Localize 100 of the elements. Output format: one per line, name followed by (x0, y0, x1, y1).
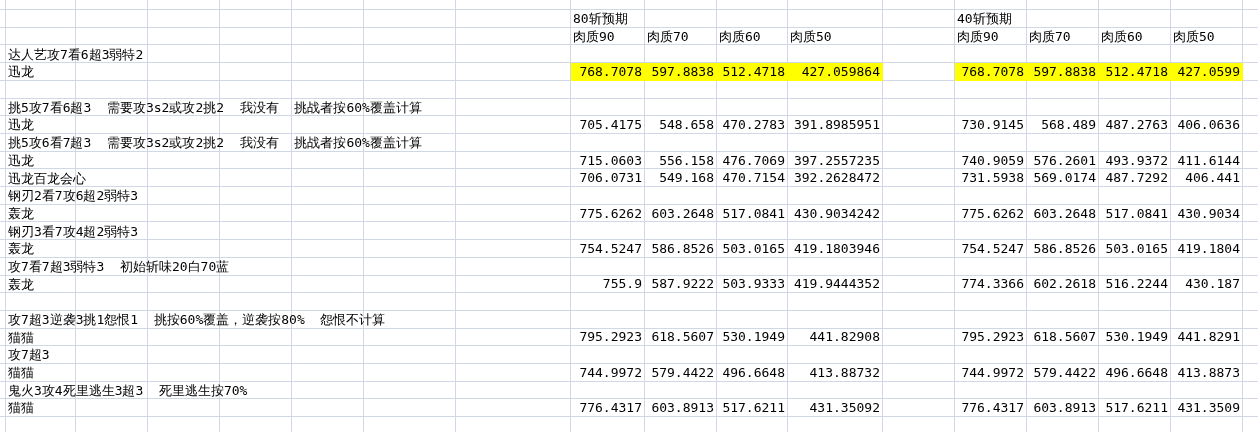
table-cell-text: 775.6262 (960, 204, 1025, 223)
table-cell-text: 476.7069 (721, 151, 786, 170)
table-cell-text: 705.4175 (578, 116, 643, 134)
table-cell-text: 579.4422 (1032, 363, 1097, 382)
table-cell-text: 618.5607 (1032, 328, 1097, 347)
table-cell-text: 493.9372 (1104, 151, 1169, 170)
table-cell: 512.4718 (1099, 63, 1171, 81)
column-header: 肉质60 (718, 28, 761, 46)
table-cell: 427.059864 (788, 63, 883, 81)
table-cell-text: 419.1804 (1176, 239, 1241, 258)
table-cell: 768.7078 (955, 63, 1027, 81)
row-label: 迅龙百龙会心 (7, 169, 86, 187)
table-cell-text: 776.4317 (578, 399, 643, 417)
note-text: 挑5攻7看6超3 需要攻3s2或攻2挑2 我没有 挑战者按60%覆盖计算 (7, 98, 422, 116)
table-cell-text: 731.5938 (960, 169, 1025, 187)
table-cell-text: 618.5607 (650, 328, 715, 347)
note-text: 钢刃2看7攻6超2弱特3 (7, 187, 139, 205)
table-cell-text: 715.0603 (578, 151, 643, 170)
table-cell-text: 419.9444352 (792, 275, 881, 293)
table-cell-text: 774.3366 (960, 275, 1025, 293)
table-cell-text: 775.6262 (578, 204, 643, 223)
table-cell: 512.4718 (717, 63, 788, 81)
table-cell-text: 579.4422 (650, 363, 715, 382)
table-cell-text: 413.8873 (1176, 363, 1241, 382)
table-cell-text: 755.9 (601, 275, 643, 293)
note-text: 钢刃3看7攻4超2弱特3 (7, 222, 139, 240)
table-cell-text: 431.35092 (808, 399, 881, 417)
table-cell-text: 576.2601 (1032, 151, 1097, 170)
row-label: 轰龙 (7, 204, 34, 222)
column-header: 肉质50 (1172, 28, 1215, 46)
row-label: 迅龙 (7, 63, 34, 81)
table-cell-text: 586.8526 (650, 239, 715, 258)
table-cell-text: 516.2244 (1104, 275, 1169, 293)
note-text: 攻7超3 (7, 346, 50, 364)
row-label: 轰龙 (7, 275, 34, 293)
table-cell: 768.7078 (571, 63, 645, 81)
table-cell-text: 602.2618 (1032, 275, 1097, 293)
table-cell-text: 530.1949 (721, 328, 786, 347)
group-title: 40斩预期 (956, 10, 1012, 28)
row-label: 猫猫 (7, 364, 34, 382)
table-cell-text: 754.5247 (578, 239, 643, 258)
table-cell-text: 431.3509 (1176, 399, 1241, 417)
table-cell-text: 740.9059 (960, 151, 1025, 170)
table-cell-text: 603.8913 (650, 399, 715, 417)
row-label: 轰龙 (7, 240, 34, 258)
table-cell-text: 430.9034242 (792, 204, 881, 223)
table-cell-text: 391.8985951 (792, 116, 881, 134)
table-cell-text: 568.489 (1040, 116, 1097, 134)
table-cell-text: 530.1949 (1104, 328, 1169, 347)
column-header: 肉质90 (572, 28, 615, 46)
table-cell-text: 487.2763 (1104, 116, 1169, 134)
table-cell-text: 517.0841 (721, 204, 786, 223)
table-cell-text: 603.8913 (1032, 399, 1097, 417)
table-cell-text: 603.2648 (1032, 204, 1097, 223)
table-cell-text: 586.8526 (1032, 239, 1097, 258)
row-label: 猫猫 (7, 328, 34, 346)
table-cell-text: 503.9333 (721, 275, 786, 293)
table-cell-text: 419.1803946 (792, 239, 881, 258)
table-cell-text: 392.2628472 (792, 169, 881, 187)
table-cell-text: 517.6211 (721, 399, 786, 417)
table-cell-text: 517.6211 (1104, 399, 1169, 417)
table-cell-text: 587.9222 (650, 275, 715, 293)
group-title: 80斩预期 (572, 10, 628, 28)
table-cell-text: 776.4317 (960, 399, 1025, 417)
note-text: 攻7看7超3弱特3 初始斩味20白70蓝 (7, 257, 230, 275)
table-cell-text: 496.6648 (1104, 363, 1169, 382)
table-cell-text: 754.5247 (960, 239, 1025, 258)
table-cell-text: 548.658 (658, 116, 715, 134)
table-cell-text: 430.187 (1184, 275, 1241, 293)
row-label: 迅龙 (7, 151, 34, 169)
column-header: 肉质70 (646, 28, 689, 46)
table-cell-text: 795.2923 (960, 328, 1025, 347)
table-cell-text: 441.82908 (808, 328, 881, 347)
table-cell-text: 730.9145 (960, 116, 1025, 134)
note-text: 鬼火3攻4死里逃生3超3 死里逃生按70% (7, 381, 248, 399)
table-cell-text: 744.9972 (960, 363, 1025, 382)
table-cell-text: 517.0841 (1104, 204, 1169, 223)
column-header: 肉质90 (956, 28, 999, 46)
table-cell: 597.8838 (1027, 63, 1099, 81)
note-text: 达人艺攻7看6超3弱特2 (7, 45, 144, 63)
table-cell-text: 470.2783 (721, 116, 786, 134)
table-cell-text: 413.88732 (808, 363, 881, 382)
table-cell: 597.8838 (645, 63, 717, 81)
table-cell: 427.0599 (1171, 63, 1243, 81)
table-cell-text: 706.0731 (578, 169, 643, 187)
table-cell-text: 503.0165 (721, 239, 786, 258)
table-cell-text: 569.0174 (1032, 169, 1097, 187)
table-cell-text: 744.9972 (578, 363, 643, 382)
column-header: 肉质50 (789, 28, 832, 46)
note-text: 攻7超3逆袭3挑1怨恨1 挑按60%覆盖，逆袭按80% 怨恨不计算 (7, 311, 386, 329)
column-header: 肉质70 (1028, 28, 1071, 46)
table-cell-text: 549.168 (658, 169, 715, 187)
table-cell-text: 795.2923 (578, 328, 643, 347)
note-text: 挑5攻6看7超3 需要攻3s2或攻2挑2 我没有 挑战者按60%覆盖计算 (7, 134, 422, 152)
row-label: 迅龙 (7, 116, 34, 134)
table-cell-text: 603.2648 (650, 204, 715, 223)
table-cell-text: 496.6648 (721, 363, 786, 382)
table-cell-text: 430.9034 (1176, 204, 1241, 223)
table-cell-text: 487.7292 (1104, 169, 1169, 187)
table-cell-text: 406.0636 (1176, 116, 1241, 134)
